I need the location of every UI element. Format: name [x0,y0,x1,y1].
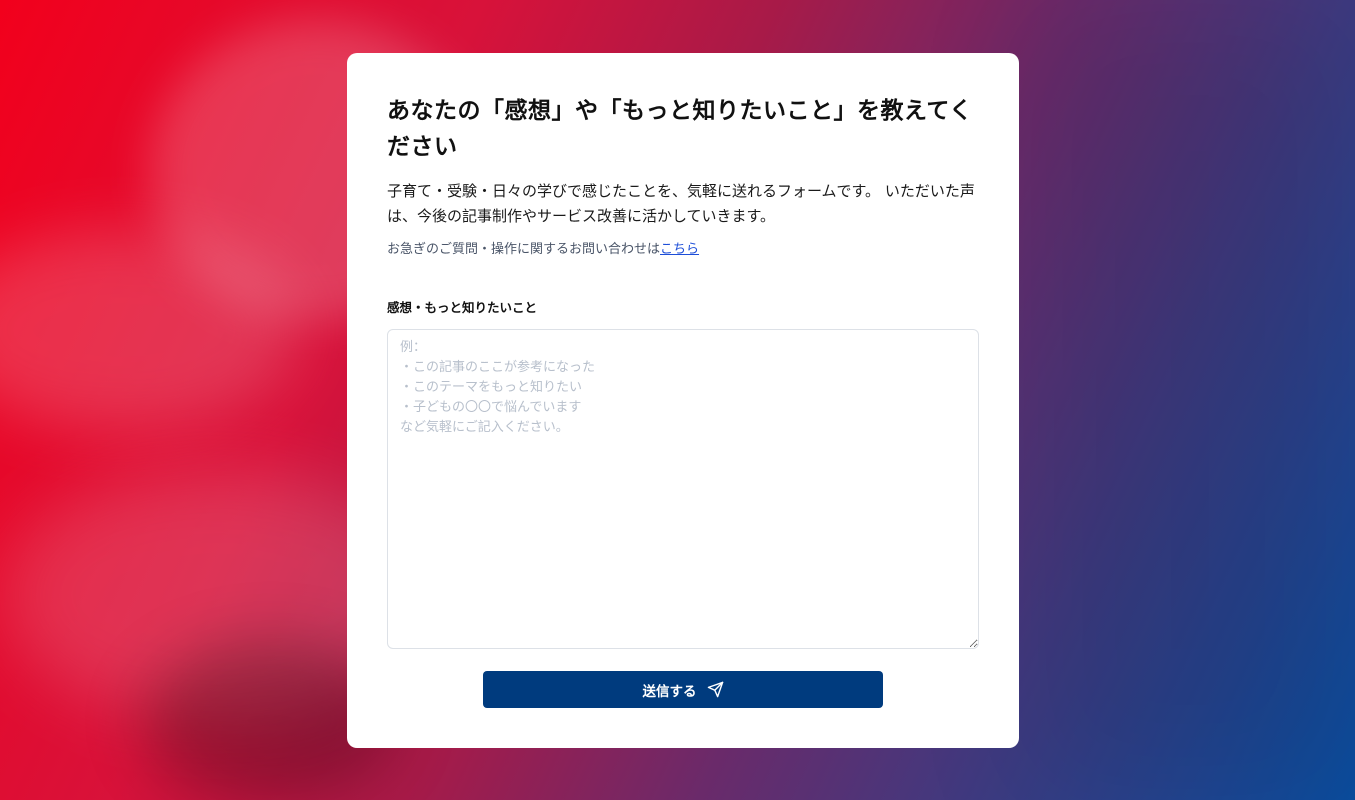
feedback-field-label: 感想・もっと知りたいこと [387,300,538,315]
form-description: 子育て・受験・日々の学びで感じたことを、気軽に送れるフォームです。 いただいた声… [387,182,975,225]
contact-note-text: お急ぎのご質問・操作に関するお問い合わせは [387,242,661,257]
submit-button[interactable]: 送信する [483,671,883,708]
feedback-textarea[interactable] [387,329,979,649]
contact-note: お急ぎのご質問・操作に関するお問い合わせはこちら [387,239,979,261]
send-icon [707,681,724,698]
background-shape [1020,0,1355,800]
page-title: あなたの「感想」や「もっと知りたいこと」を教えてください [387,98,973,160]
submit-button-label: 送信する [642,683,697,700]
feedback-card: あなたの「感想」や「もっと知りたいこと」を教えてください 子育て・受験・日々の学… [347,53,1019,748]
contact-link[interactable]: こちら [660,242,699,257]
